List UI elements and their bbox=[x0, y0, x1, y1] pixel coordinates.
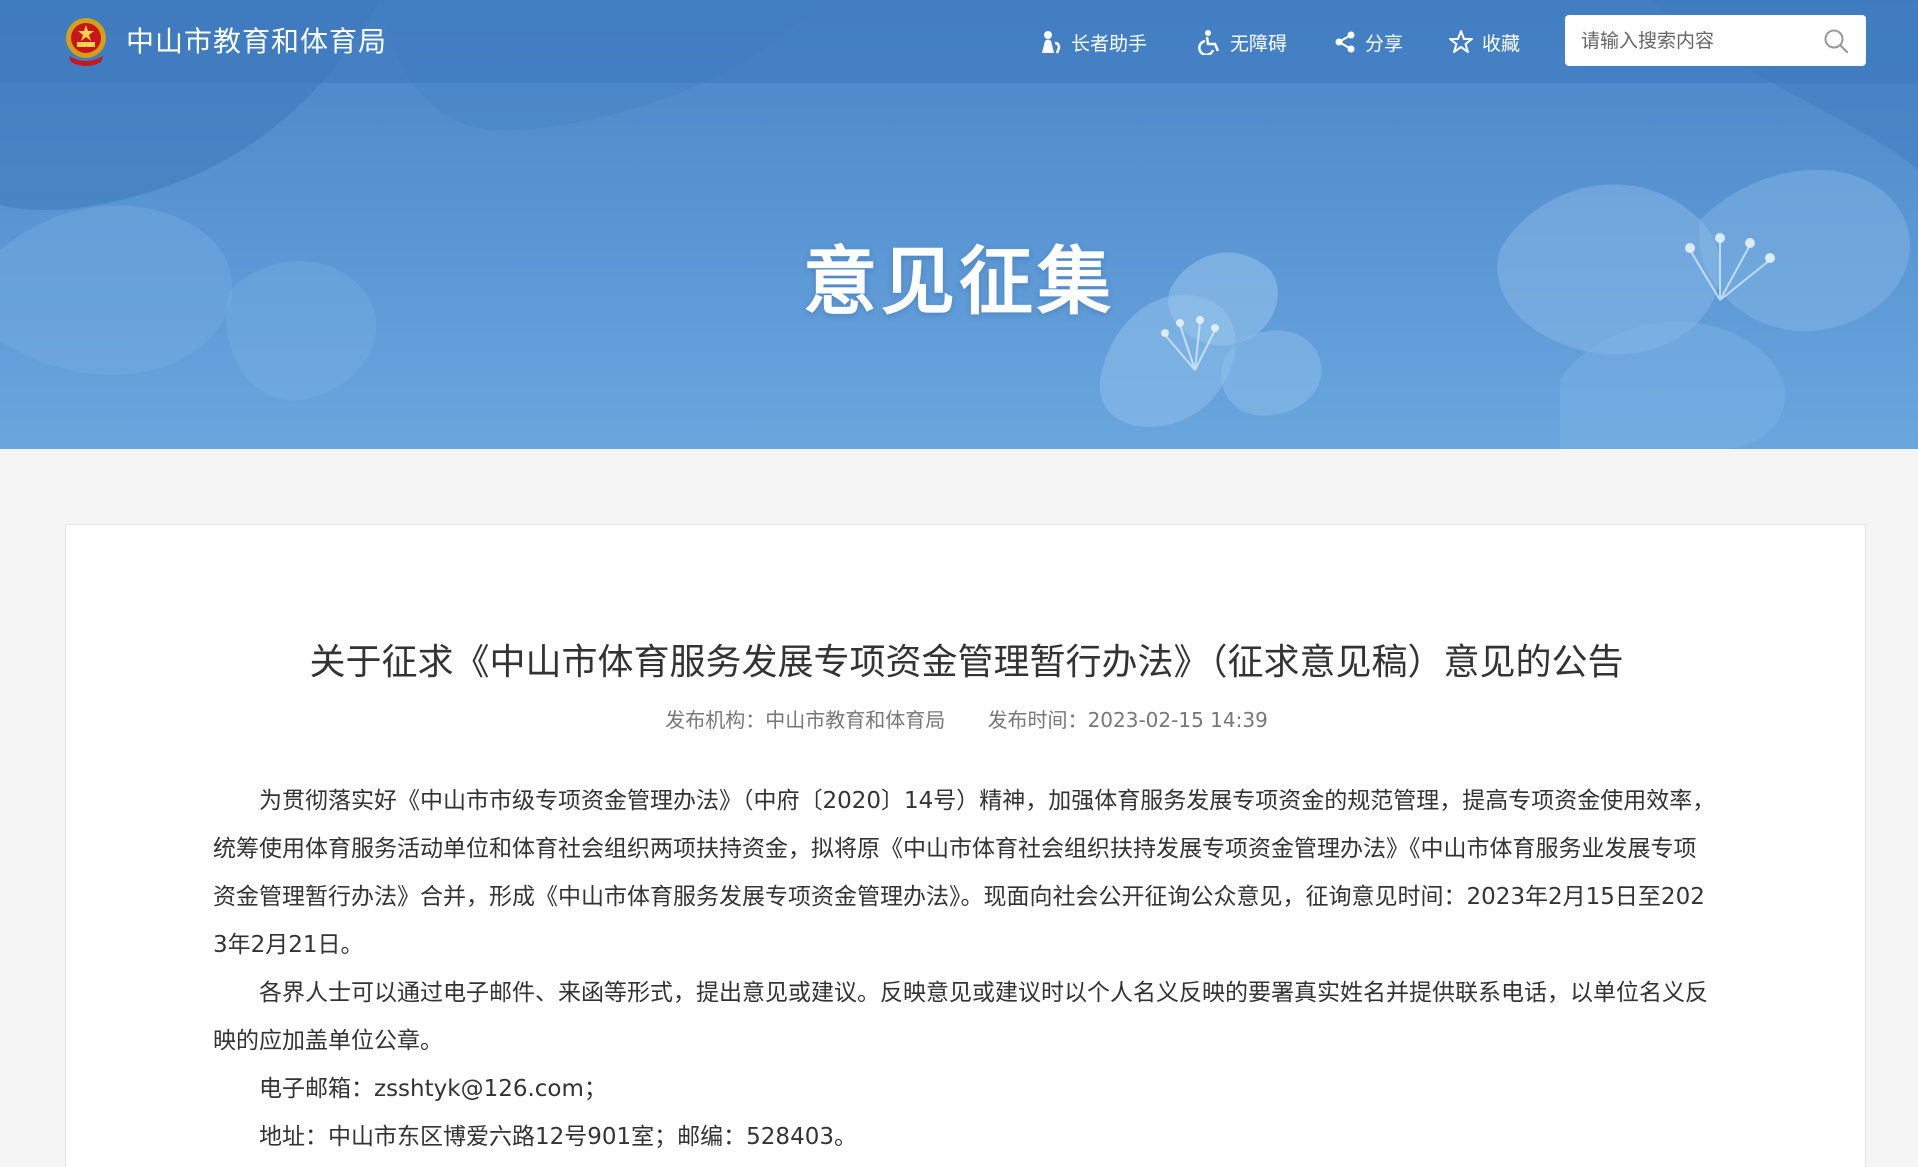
share-button[interactable]: 分享 bbox=[1333, 26, 1403, 58]
share-icon bbox=[1335, 31, 1355, 53]
elder-assistant-label: 长者助手 bbox=[1071, 32, 1148, 55]
accessibility-button[interactable]: 无障碍 bbox=[1196, 26, 1287, 58]
publish-time-label: 发布时间： bbox=[987, 708, 1088, 732]
publisher-value: 中山市教育和体育局 bbox=[765, 708, 946, 732]
star-icon bbox=[1449, 30, 1473, 53]
accessibility-icon bbox=[1198, 30, 1220, 55]
site-name[interactable]: 中山市教育和体育局 bbox=[126, 22, 387, 62]
elder-assistant-button[interactable]: 长者助手 bbox=[1037, 26, 1147, 58]
elder-icon bbox=[1042, 31, 1061, 54]
paragraph-address: 地址：中山市东区博爱六路12号901室；邮编：528403。 bbox=[259, 1124, 857, 1150]
article-meta: 发布机构：中山市教育和体育局 发布时间：2023-02-15 14:39 bbox=[66, 705, 1867, 735]
article-card: 关于征求《中山市体育服务发展专项资金管理暂行办法》（征求意见稿）意见的公告 发布… bbox=[65, 524, 1866, 1167]
header-banner: 中山市教育和体育局 长者助手 无障碍 分享 收藏 请输入搜索内容 意见征集 bbox=[0, 0, 1918, 449]
publish-time-info: 发布时间：2023-02-15 14:39 bbox=[988, 708, 1268, 732]
article-title: 关于征求《中山市体育服务发展专项资金管理暂行办法》（征求意见稿）意见的公告 bbox=[309, 642, 1624, 683]
national-emblem-logo[interactable] bbox=[63, 16, 109, 66]
accessibility-label: 无障碍 bbox=[1230, 32, 1288, 55]
publish-time-value: 2023-02-15 14:39 bbox=[1087, 708, 1268, 732]
paragraph-feedback: 各界人士可以通过电子邮件、来函等形式，提出意见或建议。反映意见或建议时以个人名义… bbox=[213, 980, 1708, 1054]
paragraph-email: 电子邮箱：zsshtyk@126.com； bbox=[259, 1076, 607, 1102]
search-icon[interactable] bbox=[1822, 27, 1850, 55]
favorite-button[interactable]: 收藏 bbox=[1448, 26, 1520, 58]
search-box bbox=[1565, 15, 1866, 66]
banner-title: 意见征集 bbox=[803, 239, 1115, 325]
publisher-label: 发布机构： bbox=[665, 708, 766, 732]
paragraph-intro: 为贯彻落实好《中山市市级专项资金管理办法》（中府〔2020〕14号）精神，加强体… bbox=[213, 788, 1716, 958]
favorite-label: 收藏 bbox=[1482, 32, 1521, 55]
share-label: 分享 bbox=[1365, 32, 1404, 55]
article-body: 为贯彻落实好《中山市市级专项资金管理办法》（中府〔2020〕14号）精神，加强体… bbox=[213, 777, 1718, 1161]
publisher-info: 发布机构：中山市教育和体育局 bbox=[665, 708, 945, 732]
search-input[interactable] bbox=[1581, 29, 1821, 52]
